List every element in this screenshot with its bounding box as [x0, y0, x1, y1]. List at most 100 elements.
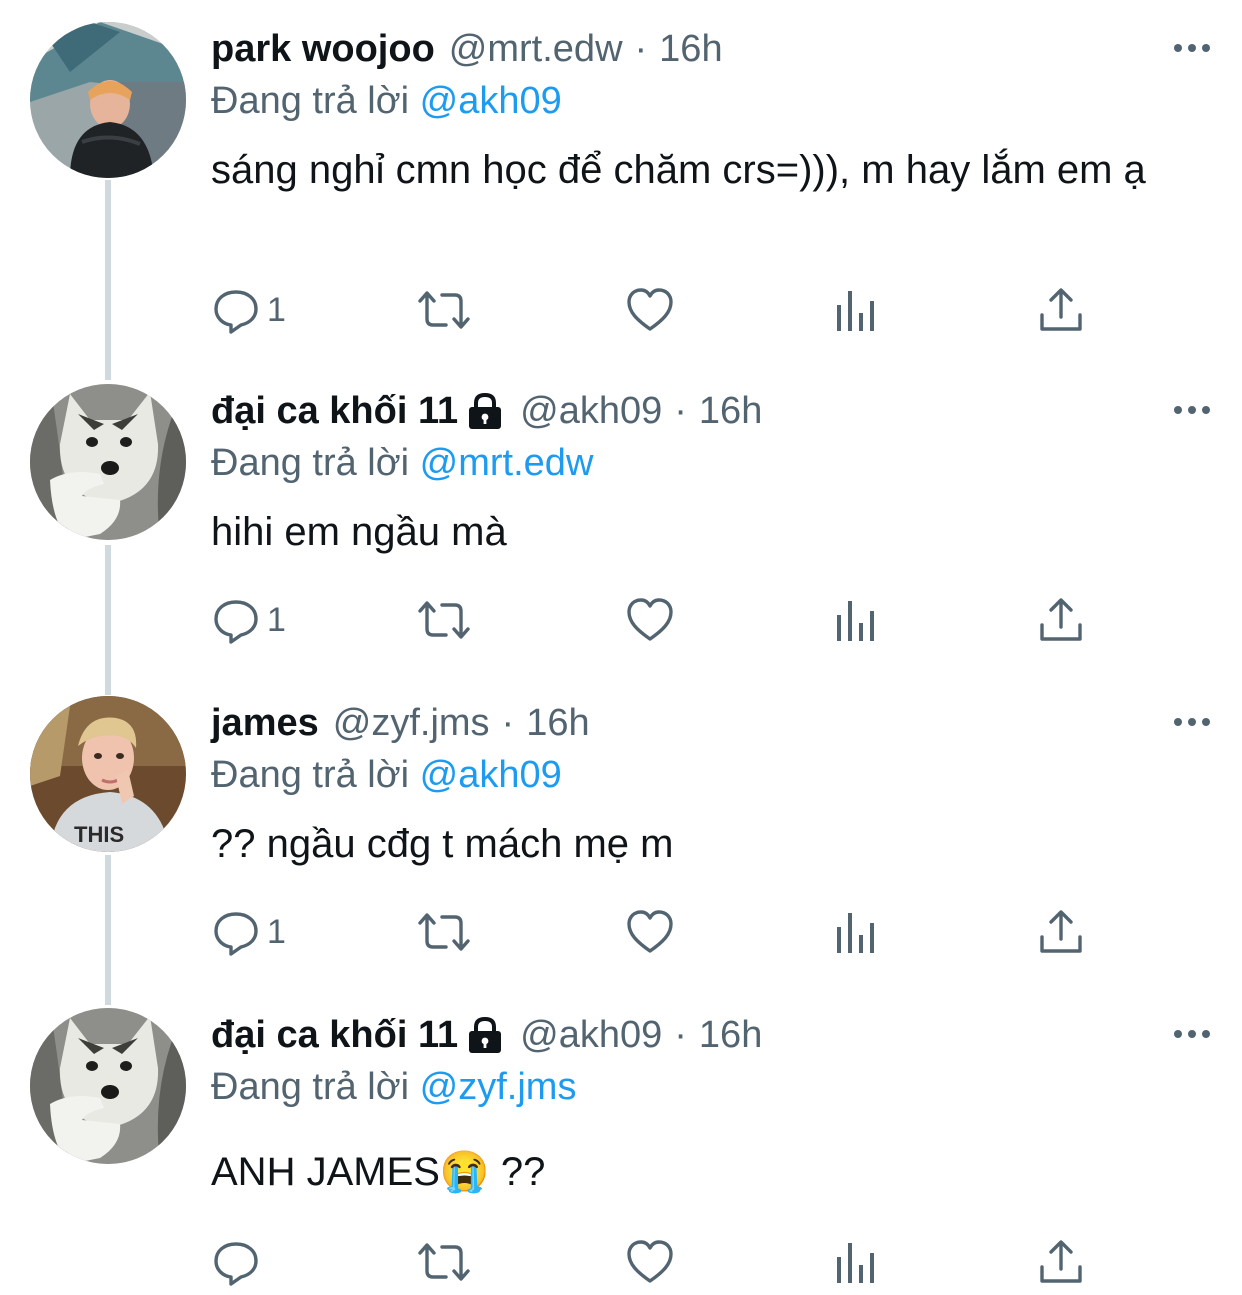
- tweet[interactable]: đại ca khối 11 @akh09 · 16h Đang trả lời…: [0, 986, 1242, 1295]
- separator-dot: ·: [674, 390, 687, 432]
- mention-link[interactable]: @akh09: [420, 80, 562, 122]
- analytics-button[interactable]: [831, 1232, 881, 1292]
- user-handle[interactable]: @akh09: [520, 1010, 662, 1060]
- analytics-button[interactable]: [831, 280, 881, 340]
- retweet-icon: [418, 913, 470, 951]
- display-name[interactable]: đại ca khối 11: [211, 1010, 458, 1060]
- share-button[interactable]: [1036, 1232, 1086, 1292]
- tweet-header: james @zyf.jms · 16h: [211, 698, 590, 748]
- tweet-text: ANH JAMES😭 ??: [211, 1150, 546, 1194]
- timestamp[interactable]: 16h: [526, 698, 589, 748]
- share-icon: [1040, 910, 1082, 953]
- timestamp[interactable]: 16h: [699, 386, 762, 436]
- replying-to: Đang trả lời @zyf.jms: [211, 1062, 576, 1112]
- mention-link[interactable]: @akh09: [420, 754, 562, 796]
- replying-label: Đang trả lời: [211, 80, 410, 122]
- reply-count: 1: [267, 912, 286, 951]
- lock-icon: [469, 1016, 502, 1053]
- share-icon: [1040, 1240, 1082, 1283]
- tweet[interactable]: đại ca khối 11 @akh09 · 16h Đang trả lời…: [0, 362, 1242, 672]
- timestamp[interactable]: 16h: [659, 24, 722, 74]
- reply-icon: [214, 912, 258, 956]
- analytics-icon: [837, 291, 874, 331]
- avatar[interactable]: THIS: [30, 696, 186, 852]
- tweet[interactable]: THIS james @zyf.jms · 16h Đang trả lời @…: [0, 674, 1242, 984]
- retweet-button[interactable]: [416, 1232, 472, 1292]
- avatar-photo: [30, 384, 186, 540]
- analytics-icon: [837, 913, 874, 953]
- replying-to: Đang trả lời @akh09: [211, 750, 562, 800]
- replying-label: Đang trả lời: [211, 442, 410, 484]
- analytics-icon: [837, 601, 874, 641]
- like-button[interactable]: [625, 590, 675, 650]
- tweet-header: park woojoo @mrt.edw · 16h: [211, 24, 723, 74]
- lock-icon: [469, 392, 502, 429]
- display-name[interactable]: đại ca khối 11: [211, 386, 458, 436]
- separator-dot: ·: [634, 28, 648, 70]
- replying-to: Đang trả lời @akh09: [211, 76, 562, 126]
- analytics-icon: [837, 1243, 874, 1283]
- user-handle[interactable]: @mrt.edw: [449, 24, 623, 74]
- avatar[interactable]: [30, 384, 186, 540]
- user-handle[interactable]: @zyf.jms: [333, 698, 490, 748]
- display-name[interactable]: james: [211, 698, 319, 748]
- reply-icon: [214, 600, 258, 644]
- like-button[interactable]: [625, 1232, 675, 1292]
- action-bar: 1: [211, 280, 1111, 340]
- reply-button[interactable]: 1: [211, 280, 286, 340]
- timestamp[interactable]: 16h: [699, 1010, 762, 1060]
- like-icon: [627, 910, 673, 953]
- analytics-button[interactable]: [831, 902, 881, 962]
- mention-link[interactable]: @mrt.edw: [420, 442, 594, 484]
- like-icon: [627, 598, 673, 641]
- action-bar: 1: [211, 590, 1111, 650]
- retweet-button[interactable]: [416, 280, 472, 340]
- like-button[interactable]: [625, 280, 675, 340]
- like-icon: [627, 288, 673, 331]
- like-icon: [627, 1240, 673, 1283]
- action-bar: 1: [211, 902, 1111, 962]
- avatar-photo: [30, 1008, 186, 1164]
- svg-text:THIS: THIS: [74, 822, 124, 847]
- replying-label: Đang trả lời: [211, 1066, 410, 1108]
- reply-button[interactable]: 1: [211, 902, 286, 962]
- reply-button[interactable]: [211, 1232, 267, 1292]
- tweet-text: hihi em ngầu mà: [211, 510, 507, 554]
- share-icon: [1040, 288, 1082, 331]
- mention-link[interactable]: @zyf.jms: [420, 1066, 577, 1108]
- reply-count: 1: [267, 290, 286, 329]
- tweet-header: đại ca khối 11 @akh09 · 16h: [211, 1010, 762, 1060]
- share-button[interactable]: [1036, 902, 1086, 962]
- retweet-icon: [418, 601, 470, 639]
- reply-icon: [214, 1242, 258, 1286]
- retweet-button[interactable]: [416, 590, 472, 650]
- display-name[interactable]: park woojoo: [211, 24, 435, 74]
- avatar[interactable]: [30, 1008, 186, 1164]
- separator-dot: ·: [501, 702, 515, 744]
- more-icon[interactable]: [1172, 1022, 1212, 1046]
- reply-button[interactable]: 1: [211, 590, 286, 650]
- replying-label: Đang trả lời: [211, 754, 410, 796]
- like-button[interactable]: [625, 902, 675, 962]
- reply-thread: park woojoo @mrt.edw · 16h Đang trả lời …: [0, 0, 1242, 1295]
- more-icon[interactable]: [1172, 398, 1212, 422]
- share-button[interactable]: [1036, 280, 1086, 340]
- avatar-photo: THIS: [30, 696, 186, 852]
- replying-to: Đang trả lời @mrt.edw: [211, 438, 593, 488]
- action-bar: [211, 1232, 1111, 1292]
- share-icon: [1040, 598, 1082, 641]
- more-icon[interactable]: [1172, 36, 1212, 60]
- tweet[interactable]: park woojoo @mrt.edw · 16h Đang trả lời …: [0, 0, 1242, 360]
- separator-dot: ·: [674, 1014, 687, 1056]
- user-handle[interactable]: @akh09: [520, 386, 662, 436]
- share-button[interactable]: [1036, 590, 1086, 650]
- retweet-icon: [418, 291, 470, 329]
- more-icon[interactable]: [1172, 710, 1212, 734]
- analytics-button[interactable]: [831, 590, 881, 650]
- retweet-button[interactable]: [416, 902, 472, 962]
- avatar-photo: [30, 22, 186, 178]
- avatar[interactable]: [30, 22, 186, 178]
- tweet-header: đại ca khối 11 @akh09 · 16h: [211, 386, 762, 436]
- reply-count: 1: [267, 600, 286, 639]
- tweet-text: ?? ngầu cđg t mách mẹ m: [211, 822, 674, 866]
